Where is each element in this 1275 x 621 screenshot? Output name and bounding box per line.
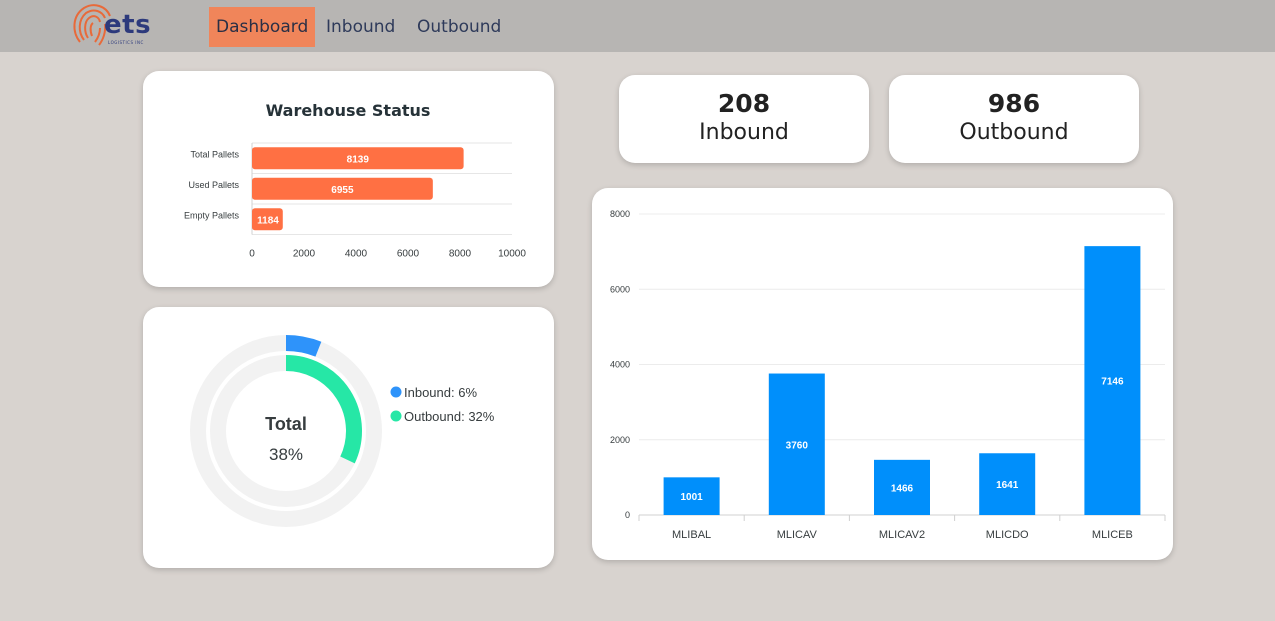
category-label: Total Pallets [190, 149, 239, 159]
outbound-kpi-value: 986 [987, 89, 1041, 118]
data-label: 8139 [347, 154, 370, 165]
x-tick-label: 4000 [345, 249, 368, 260]
center-label: Total [265, 414, 307, 434]
x-tick-label: 6000 [397, 249, 420, 260]
data-label: 1184 [257, 215, 279, 226]
legend-item: Inbound: 6% [404, 385, 477, 400]
logo-tagline: LOGISTICS INC [108, 40, 144, 45]
chart-title: Warehouse Status [266, 101, 431, 120]
warehouse-status-chart: Warehouse Status Total Pallets 8139 Used Pa… [184, 101, 526, 260]
y-tick-label: 8000 [610, 209, 630, 219]
location-column-chart-card: 0 2000 4000 6000 8000 1001 MLIBAL 3760 MLICAV 146… [592, 188, 1173, 560]
inbound-outbound-radial-card: Total 38% Inbound: 6% Outbound: 32% [143, 307, 554, 568]
data-label: 1641 [996, 480, 1019, 491]
category-label: MLICDO [986, 529, 1029, 541]
inbound-kpi-label: Inbound [699, 120, 789, 145]
logo-wordmark: ets [104, 10, 152, 40]
nav-dashboard[interactable]: Dashboard [209, 7, 316, 47]
data-label: 7146 [1101, 377, 1124, 388]
nav-inbound[interactable]: Inbound [319, 7, 402, 47]
center-value: 38% [269, 445, 303, 464]
legend-marker [390, 410, 402, 422]
category-label: MLICEB [1092, 529, 1133, 541]
company-logo[interactable]: ets LOGISTICS INC [70, 2, 160, 48]
location-column-chart: 0 2000 4000 6000 8000 1001 MLIBAL 3760 MLICAV 146… [610, 209, 1166, 541]
radial-bar [285, 335, 322, 357]
x-tick-label: 0 [249, 249, 255, 260]
top-navbar: ets LOGISTICS INC Dashboard Inbound Outb… [0, 0, 1275, 52]
data-label: 1001 [680, 492, 703, 503]
category-label: Used Pallets [188, 180, 239, 190]
data-label: 3760 [786, 440, 809, 451]
inbound-outbound-radial-chart: Total 38% Inbound: 6% Outbound: 32% [190, 335, 495, 527]
y-tick-label: 2000 [610, 435, 630, 445]
data-label: 6955 [331, 185, 354, 196]
category-label: MLICAV [777, 529, 818, 541]
legend-marker [390, 386, 402, 398]
category-label: Empty Pallets [184, 210, 240, 220]
y-tick-label: 0 [625, 510, 630, 520]
category-label: MLICAV2 [879, 529, 925, 541]
data-label: 1466 [891, 483, 914, 494]
x-tick-label: 8000 [449, 249, 472, 260]
inbound-kpi-value: 208 [717, 89, 771, 118]
outbound-kpi-card[interactable]: 986 Outbound [889, 75, 1139, 163]
inbound-kpi-card[interactable]: 208 Inbound [619, 75, 869, 163]
x-tick-label: 2000 [293, 249, 316, 260]
x-tick-label: 10000 [498, 249, 526, 260]
legend-item: Outbound: 32% [404, 409, 495, 424]
outbound-kpi-label: Outbound [959, 120, 1069, 145]
nav-outbound[interactable]: Outbound [410, 7, 508, 47]
category-label: MLIBAL [672, 529, 711, 541]
y-tick-label: 6000 [610, 284, 630, 294]
y-tick-label: 4000 [610, 360, 630, 370]
warehouse-status-card: Warehouse Status Total Pallets 8139 Used Pa… [143, 71, 554, 287]
